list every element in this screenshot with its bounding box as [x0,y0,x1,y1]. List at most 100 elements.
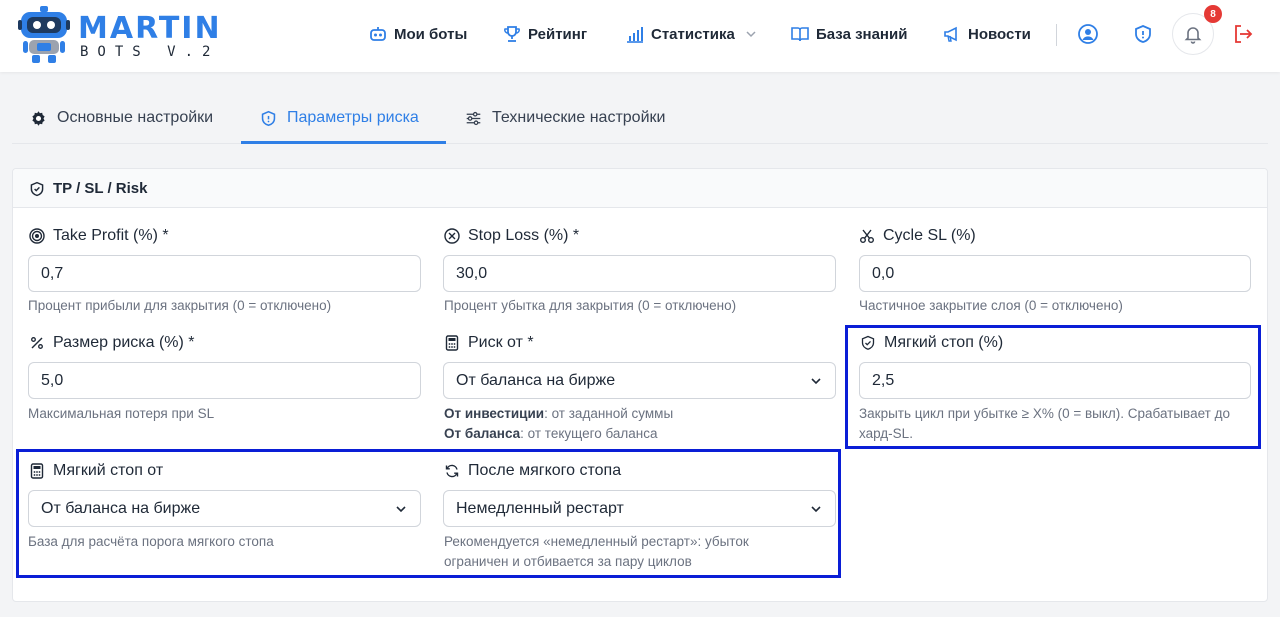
soft-stop-label: Мягкий стоп (%) [860,334,1003,352]
bell-icon [1184,27,1202,44]
card-title-text: TP / SL / Risk [53,180,148,197]
chevron-down-icon [811,377,821,384]
calculator-icon [445,335,459,351]
trophy-icon [504,26,520,42]
nav-my-bots[interactable]: Мои боты [368,22,467,46]
shield-check-icon [30,181,44,196]
calculator-icon [30,463,44,479]
soft-stop-from-select[interactable]: От баланса на бирже [28,490,421,527]
risk-size-label: Размер риска (%) * [29,334,195,352]
security-button[interactable] [1131,22,1155,46]
risk-from-help-bold2: От баланса [444,426,521,441]
risk-from-help-line1: От инвестиции: от заданной суммы [444,404,673,424]
cycle-sl-label: Cycle SL (%) [859,227,976,245]
nav-rating[interactable]: Рейтинг [502,22,587,46]
nav-my-bots-label: Мои боты [394,25,468,43]
risk-from-help-text1: : от заданной суммы [544,406,674,421]
bar-chart-icon [627,27,643,43]
logout-button[interactable] [1231,22,1255,46]
risk-size-help: Максимальная потеря при SL [28,406,215,421]
soft-stop-label-text: Мягкий стоп (%) [884,334,1004,351]
risk-size-value: 5,0 [41,371,64,389]
cycle-sl-value: 0,0 [872,264,895,282]
logo[interactable]: MARTIN BOTS V.2 [18,6,228,66]
soft-stop-from-value: От баланса на бирже [41,499,201,517]
nav-rating-label: Рейтинг [528,25,588,43]
settings-tabs: Основные настройки Параметры риска Техни… [12,92,1268,144]
risk-from-help: От инвестиции: от заданной суммы От бала… [444,404,673,444]
risk-from-label: Риск от * [444,334,534,352]
take-profit-label: Take Profit (%) * [29,227,169,245]
sliders-icon [466,111,481,125]
logo-title: MARTIN [78,11,222,46]
refresh-icon [445,464,459,478]
soft-stop-input[interactable]: 2,5 [859,362,1251,399]
gear-icon [32,110,45,126]
cycle-sl-input[interactable]: 0,0 [859,255,1251,292]
take-profit-value: 0,7 [41,264,64,282]
profile-button[interactable] [1076,22,1100,46]
megaphone-icon [944,26,957,42]
stop-loss-input[interactable]: 30,0 [443,255,836,292]
tab-technical-settings-label: Технические настройки [492,109,666,126]
soft-stop-from-label: Мягкий стоп от [29,462,163,480]
logout-icon [1235,25,1253,43]
notification-badge: 8 [1204,5,1222,23]
stop-loss-label: Stop Loss (%) * [444,227,579,245]
cycle-sl-help: Частичное закрытие слоя (0 = отключено) [859,298,1123,313]
take-profit-label-text: Take Profit (%) * [53,227,169,244]
top-header: MARTIN BOTS V.2 Мои боты Рейтинг Статист… [0,0,1280,72]
target-icon [29,228,45,244]
scissors-icon [860,229,874,243]
tab-risk-params[interactable]: Параметры риска [260,92,419,144]
risk-from-value: От баланса на бирже [456,371,616,389]
close-circle-icon [444,228,460,244]
risk-from-help-line2: От баланса: от текущего баланса [444,424,673,444]
risk-settings-card: TP / SL / Risk Take Profit (%) * 0,7 Про… [12,168,1268,602]
tab-main-settings[interactable]: Основные настройки [30,92,213,144]
soft-stop-help: Закрыть цикл при убытке ≥ X% (0 = выкл).… [859,406,1230,441]
nav-statistics[interactable]: Статистика [625,22,757,46]
shield-icon [1135,25,1151,43]
stop-loss-label-text: Stop Loss (%) * [468,227,580,244]
after-soft-stop-select[interactable]: Немедленный рестарт [443,490,836,527]
shield-icon [261,110,276,126]
nav-divider [1056,24,1057,46]
after-soft-stop-value: Немедленный рестарт [456,499,624,517]
card-title: TP / SL / Risk [29,180,147,197]
logo-subtitle: BOTS V.2 [80,44,220,60]
robot-icon [370,27,386,41]
robot-logo-icon [18,6,70,63]
soft-stop-value: 2,5 [872,371,895,389]
tab-risk-params-label: Параметры риска [287,109,419,126]
tab-main-settings-label: Основные настройки [57,109,214,126]
after-soft-stop-help: Рекомендуется «немедленный рестарт»: убы… [444,534,749,569]
nav-knowledge-base[interactable]: База знаний [790,22,907,46]
soft-stop-from-help: База для расчёта порога мягкого стопа [28,534,274,549]
risk-size-label-text: Размер риска (%) * [53,334,195,351]
chevron-down-icon [396,505,406,512]
take-profit-input[interactable]: 0,7 [28,255,421,292]
percent-icon [31,337,43,349]
card-header: TP / SL / Risk [13,169,1267,208]
user-circle-icon [1078,24,1098,44]
after-soft-stop-label: После мягкого стопа [444,462,621,480]
take-profit-help: Процент прибыли для закрытия (0 = отключ… [28,298,332,313]
book-icon [791,27,809,42]
soft-stop-from-label-text: Мягкий стоп от [53,462,164,479]
nav-statistics-label: Статистика [651,25,735,43]
stop-loss-help: Процент убытка для закрытия (0 = отключе… [444,298,737,313]
active-tab-indicator [241,141,446,144]
nav-knowledge-label: База знаний [816,25,908,43]
chevron-down-icon [811,505,821,512]
nav-news-label: Новости [968,25,1031,43]
risk-from-label-text: Риск от * [468,334,534,351]
risk-from-help-bold1: От инвестиции [444,406,545,421]
risk-from-help-text2: : от текущего баланса [520,426,658,441]
nav-news[interactable]: Новости [942,22,1031,46]
risk-size-input[interactable]: 5,0 [28,362,421,399]
stop-loss-value: 30,0 [456,264,488,282]
risk-from-select[interactable]: От баланса на бирже [443,362,836,399]
after-soft-stop-label-text: После мягкого стопа [468,462,622,479]
tab-technical-settings[interactable]: Технические настройки [465,92,665,144]
